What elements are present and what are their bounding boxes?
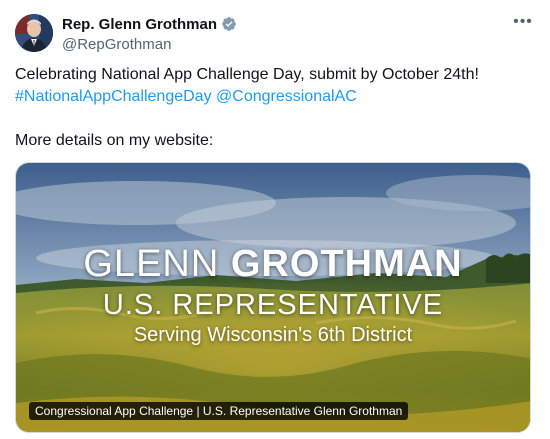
media-title-first: GLENN <box>83 243 220 285</box>
portrait-avatar-icon <box>15 14 53 52</box>
tweet-text: Celebrating National App Challenge Day, … <box>15 64 530 152</box>
media-tagline: Serving Wisconsin's 6th District <box>133 324 413 346</box>
name-row: Rep. Glenn Grothman <box>62 14 237 34</box>
tweet-card: Rep. Glenn Grothman @RepGrothman ••• Cel… <box>0 0 550 439</box>
media-title: GLENN GROTHMAN <box>16 243 530 286</box>
text-spacer <box>15 108 530 130</box>
mention-link[interactable]: @CongressionalAC <box>216 88 357 105</box>
hashtag-link[interactable]: #NationalAppChallengeDay <box>15 88 212 105</box>
tweet-tags-line: #NationalAppChallengeDay @CongressionalA… <box>15 86 530 108</box>
author-block: Rep. Glenn Grothman @RepGrothman <box>62 14 237 53</box>
more-options-icon[interactable]: ••• <box>512 12 534 32</box>
media-title-last: GROTHMAN <box>230 243 463 285</box>
link-card-image[interactable]: GLENN GROTHMAN U.S. REPRESENTATIVE Servi… <box>15 162 531 433</box>
verified-badge-icon <box>222 17 236 31</box>
author-name[interactable]: Rep. Glenn Grothman <box>62 16 217 33</box>
media-subtitle: U.S. REPRESENTATIVE <box>102 289 444 321</box>
author-avatar[interactable] <box>15 14 53 52</box>
author-handle[interactable]: @RepGrothman <box>62 36 237 53</box>
tweet-text-line: Celebrating National App Challenge Day, … <box>15 66 479 83</box>
link-card-caption: Congressional App Challenge | U.S. Repre… <box>29 402 409 420</box>
tweet-details-line: More details on my website: <box>15 132 214 149</box>
